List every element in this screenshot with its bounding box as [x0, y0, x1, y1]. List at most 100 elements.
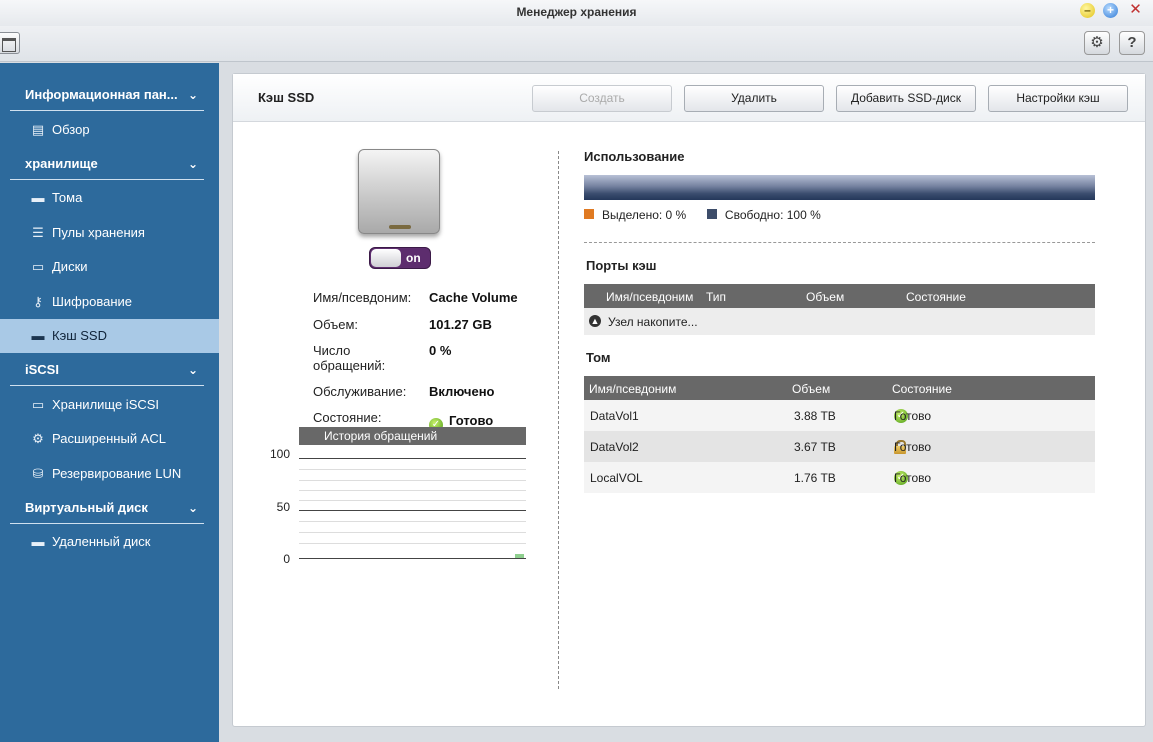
delete-button[interactable]: Удалить	[684, 85, 824, 112]
sidebar-section-storage[interactable]: хранилище ⌄	[10, 148, 204, 180]
sidebar-section-virtual-disk[interactable]: Виртуальный диск ⌄	[10, 492, 204, 524]
table-row[interactable]: ▲ Узел накопите...	[584, 308, 1095, 335]
sidebar-item-label: Тома	[52, 190, 83, 205]
cache-settings-button[interactable]: Настройки кэш	[988, 85, 1128, 112]
toolbar: ⚙ ?	[0, 26, 1153, 62]
history-y-tick: 100	[269, 447, 290, 461]
section-label: хранилище	[25, 156, 98, 171]
add-ssd-button[interactable]: Добавить SSD-диск	[836, 85, 976, 112]
chevron-down-icon[interactable]: ⌄	[188, 148, 198, 180]
column-divider	[558, 151, 559, 689]
maximize-icon[interactable]: +	[1103, 3, 1118, 18]
sidebar-item-iscsi-storage[interactable]: ▭ Хранилище iSCSI	[0, 388, 219, 422]
history-header: История обращений	[299, 427, 526, 445]
column-header: Имя/псевдоним	[589, 382, 677, 396]
history-bar	[515, 554, 524, 558]
cache-ports-header: Имя/псевдоним Тип Объем Состояние	[584, 284, 1095, 308]
service-label: Обслуживание:	[313, 384, 407, 399]
column-header: Объем	[806, 290, 845, 304]
section-label: Виртуальный диск	[25, 500, 148, 515]
sidebar-item-label: Кэш SSD	[52, 328, 107, 343]
sidebar-item-label: Расширенный ACL	[52, 431, 166, 446]
history-gridline	[299, 480, 526, 481]
collapse-icon[interactable]: ▲	[589, 315, 601, 327]
history-gridline	[299, 543, 526, 544]
close-icon[interactable]: ✕	[1128, 2, 1143, 18]
sidebar-item-label: Пулы хранения	[52, 225, 145, 240]
sidebar-item-disks[interactable]: ▭ Диски	[0, 250, 219, 284]
app-menu-icon[interactable]	[0, 32, 20, 54]
volumes-header: Имя/псевдоним Объем Состояние	[584, 376, 1095, 400]
cache-toggle[interactable]: on	[369, 247, 431, 269]
sidebar-section-iscsi[interactable]: iSCSI ⌄	[10, 354, 204, 386]
volume-icon: ▬	[31, 190, 45, 205]
create-button[interactable]: Создать	[532, 85, 672, 112]
section-divider	[584, 242, 1095, 243]
history-gridline	[299, 510, 526, 511]
table-row[interactable]: DataVol2 3.67 TB Готово	[584, 431, 1095, 462]
remote-disk-icon: ▬	[31, 534, 45, 549]
ssd-drive-icon	[358, 149, 440, 234]
column-header: Тип	[706, 290, 727, 304]
sidebar-item-label: Диски	[52, 259, 88, 274]
sidebar-item-overview[interactable]: ▤ Обзор	[0, 113, 219, 147]
panel-header: Кэш SSD Создать Удалить Добавить SSD-дис…	[233, 74, 1145, 122]
volume-name: DataVol1	[590, 409, 639, 423]
sidebar-item-label: Хранилище iSCSI	[52, 397, 160, 412]
gear-icon: ⚙	[32, 431, 44, 446]
sidebar-item-advanced-acl[interactable]: ⚙ Расширенный ACL	[0, 422, 219, 456]
sidebar-item-encryption[interactable]: ⚷ Шифрование	[0, 285, 219, 319]
volume-name: LocalVOL	[590, 471, 643, 485]
column-header: Имя/псевдоним	[606, 290, 694, 304]
page-title: Кэш SSD	[258, 90, 315, 105]
section-label: iSCSI	[25, 362, 59, 377]
history-gridline	[299, 532, 526, 533]
size-label: Объем:	[313, 317, 359, 332]
chevron-down-icon[interactable]: ⌄	[188, 79, 198, 111]
cache-ports-title: Порты кэш	[586, 258, 657, 273]
ssd-icon: ▬	[31, 328, 45, 343]
sidebar-item-storage-pools[interactable]: ☰ Пулы хранения	[0, 216, 219, 250]
history-y-tick: 0	[283, 552, 290, 566]
hits-value: 0 %	[429, 343, 452, 358]
usage-bar	[584, 175, 1095, 200]
sidebar: Информационная пан... ⌄ ▤ Обзор хранилищ…	[0, 63, 219, 742]
sidebar-section-dashboard[interactable]: Информационная пан... ⌄	[10, 79, 204, 111]
cache-port-name: Узел накопите...	[608, 315, 698, 329]
sidebar-item-volumes[interactable]: ▬ Тома	[0, 181, 219, 215]
allocated-swatch	[584, 209, 594, 219]
minimize-icon[interactable]: –	[1080, 3, 1095, 18]
volume-size: 3.67 TB	[794, 440, 836, 454]
allocated-label: Выделено: 0 %	[602, 208, 687, 222]
column-header: Объем	[792, 382, 831, 396]
help-icon[interactable]: ?	[1119, 31, 1145, 55]
history-title: История обращений	[324, 429, 438, 443]
settings-gear-icon[interactable]: ⚙	[1084, 31, 1110, 55]
hits-label-line2: обращений:	[313, 358, 386, 373]
chevron-down-icon[interactable]: ⌄	[188, 492, 198, 524]
sidebar-item-lun-backup[interactable]: ⛁ Резервирование LUN	[0, 457, 219, 491]
volume-status-text: Готово	[894, 440, 932, 454]
service-value: Включено	[429, 384, 495, 399]
alias-value: Cache Volume	[429, 290, 518, 305]
state-value: Готово	[449, 413, 494, 428]
sidebar-item-ssd-cache[interactable]: ▬ Кэш SSD	[0, 319, 219, 353]
volume-size: 1.76 TB	[794, 471, 836, 485]
lun-backup-icon: ⛁	[32, 466, 44, 481]
storage-pool-icon: ☰	[32, 225, 44, 240]
usage-title: Использование	[584, 149, 685, 164]
volume-status-text: Готово	[894, 409, 932, 423]
history-gridline	[299, 521, 526, 522]
sidebar-item-remote-disk[interactable]: ▬ Удаленный диск	[0, 525, 219, 559]
overview-icon: ▤	[31, 122, 45, 137]
volume-size: 3.88 TB	[794, 409, 836, 423]
title-bar: Менеджер хранения – + ✕	[0, 0, 1153, 26]
section-label: Информационная пан...	[25, 87, 178, 102]
table-row[interactable]: LocalVOL 1.76 TB ✓ Готово	[584, 462, 1095, 493]
chevron-down-icon[interactable]: ⌄	[188, 354, 198, 386]
table-row[interactable]: DataVol1 3.88 TB ✓ Готово	[584, 400, 1095, 431]
volumes-title: Том	[586, 350, 611, 365]
sidebar-item-label: Шифрование	[52, 294, 132, 309]
window-title: Менеджер хранения	[516, 5, 637, 19]
toggle-label: on	[406, 251, 421, 265]
